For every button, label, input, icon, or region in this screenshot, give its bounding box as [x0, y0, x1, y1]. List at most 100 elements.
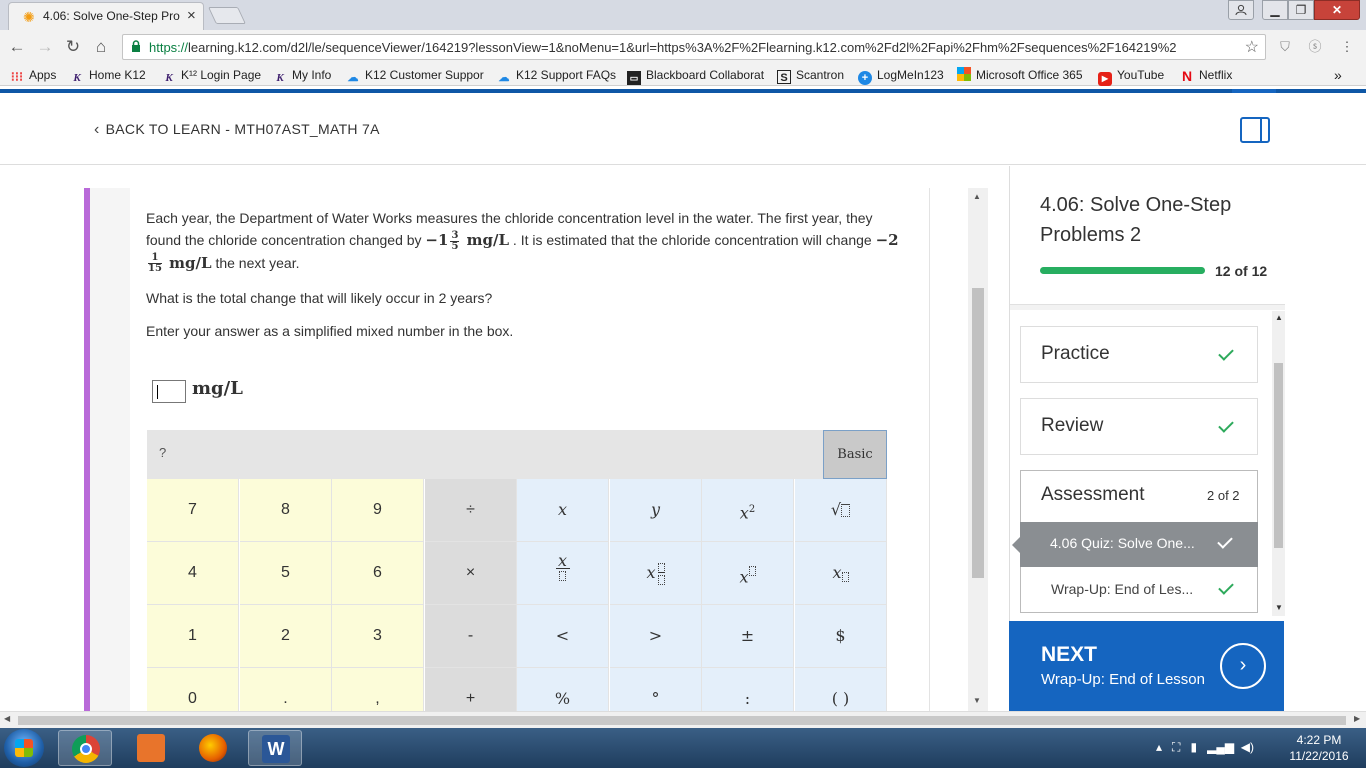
extension-shield-icon[interactable]: ⛉	[1276, 38, 1294, 56]
bookmark-scantron[interactable]: S Scantron	[777, 67, 844, 84]
profile-button[interactable]	[1228, 0, 1254, 20]
taskbar-app-orange[interactable]	[124, 730, 178, 766]
basic-mode-button[interactable]: Basic	[823, 430, 887, 479]
tray-expand-icon[interactable]: ▴	[1156, 740, 1162, 754]
key-fraction[interactable]: x	[517, 542, 609, 605]
bookmark-k12-support-faqs[interactable]: ☁ K12 Support FAQs	[497, 67, 617, 84]
content-scrollbar[interactable]: ▲ ▼	[968, 188, 988, 711]
scroll-right-icon[interactable]: ▶	[1354, 714, 1360, 723]
url-text: https://learning.k12.com/d2l/le/sequence…	[149, 40, 1177, 55]
key-multiply[interactable]: ×	[425, 542, 517, 605]
key-6[interactable]: 6	[332, 542, 424, 605]
key-3[interactable]: 3	[332, 605, 424, 668]
scroll-down-icon[interactable]: ▼	[1275, 603, 1283, 612]
taskbar-firefox[interactable]	[186, 730, 240, 766]
reload-icon[interactable]: ↻	[62, 36, 84, 58]
scroll-up-icon[interactable]: ▲	[973, 192, 981, 201]
lock-icon	[132, 40, 140, 52]
key-7[interactable]: 7	[147, 479, 239, 542]
key-1[interactable]: 1	[147, 605, 239, 668]
section-assessment[interactable]: Assessment 2 of 2 4.06 Quiz: Solve One..…	[1012, 470, 1258, 613]
bookmark-netflix[interactable]: N Netflix	[1180, 67, 1232, 83]
scroll-down-icon[interactable]: ▼	[973, 696, 981, 705]
volume-icon[interactable]: ◀)	[1241, 740, 1254, 754]
next-button[interactable]: NEXT Wrap-Up: End of Lesson ›	[1009, 621, 1284, 711]
key-divide[interactable]: ÷	[425, 479, 517, 542]
tray-app-icon[interactable]: ⛶	[1172, 740, 1180, 754]
bookmarks-overflow-button[interactable]: »	[1334, 67, 1342, 83]
tab-close-icon[interactable]: ×	[187, 7, 196, 24]
assessment-item-wrap-up[interactable]: Wrap-Up: End of Les...	[1021, 569, 1257, 611]
maximize-button[interactable]: ❐	[1288, 0, 1314, 20]
extension-skype-icon[interactable]: ⓢ	[1306, 38, 1324, 56]
key-plus-minus[interactable]: ±	[702, 605, 794, 668]
chrome-menu-icon[interactable]: ⋮	[1338, 38, 1356, 56]
assessment-item-quiz[interactable]: 4.06 Quiz: Solve One...	[1012, 522, 1258, 567]
bookmark-star-icon[interactable]: ☆	[1245, 37, 1259, 57]
key-5[interactable]: 5	[240, 542, 332, 605]
key-minus[interactable]: -	[425, 605, 517, 668]
bookmark-youtube[interactable]: ▶ YouTube	[1098, 67, 1164, 86]
chevron-right-icon: ›	[1220, 643, 1266, 689]
start-button[interactable]	[4, 729, 44, 767]
taskbar-chrome[interactable]	[58, 730, 112, 766]
bookmark-office-365[interactable]: Microsoft Office 365	[957, 67, 1083, 83]
taskbar-word[interactable]: W	[248, 730, 302, 766]
question-text: What is the total change that will likel…	[146, 290, 493, 306]
back-arrow-icon[interactable]: ←	[6, 36, 28, 58]
address-bar[interactable]: https://learning.k12.com/d2l/le/sequence…	[122, 34, 1266, 60]
horizontal-scrollbar[interactable]: ◀ ▶	[0, 711, 1366, 728]
back-to-learn-link[interactable]: ‹ BACK TO LEARN - MTH07AST_MATH 7A	[94, 121, 380, 139]
answer-input[interactable]	[152, 380, 186, 403]
key-square-root[interactable]: √	[795, 479, 887, 542]
key-mixed-number[interactable]: x	[610, 542, 702, 605]
panel-scrollbar[interactable]: ▲ ▼	[1272, 311, 1285, 616]
browser-tab[interactable]: ✺ 4.06: Solve One-Step Pro ×	[8, 2, 204, 30]
question-instruction: Enter your answer as a simplified mixed …	[146, 323, 514, 339]
bookmark-apps[interactable]: ⁝⁝⁝ Apps	[10, 67, 57, 84]
key-exponent[interactable]: x	[702, 542, 794, 605]
bookmark-k12-login[interactable]: K K¹² Login Page	[162, 67, 261, 84]
key-9[interactable]: 9	[332, 479, 424, 542]
progress-count: 12 of 12	[1215, 263, 1268, 279]
scroll-up-icon[interactable]: ▲	[1275, 313, 1283, 322]
key-dollar[interactable]: $	[795, 605, 887, 668]
key-x[interactable]: x	[517, 479, 609, 542]
system-tray: ▴ ⛶ ▮ ▂▄▆ ◀)	[1156, 740, 1254, 755]
scroll-thumb[interactable]	[1274, 363, 1283, 548]
key-4[interactable]: 4	[147, 542, 239, 605]
close-window-button[interactable]: ✕	[1314, 0, 1360, 20]
user-icon	[1235, 4, 1247, 16]
bookmark-logmein123[interactable]: + LogMeIn123	[858, 67, 944, 85]
key-greater-than[interactable]: >	[610, 605, 702, 668]
bookmark-my-info[interactable]: K My Info	[273, 67, 331, 84]
new-tab-button[interactable]	[208, 7, 246, 24]
section-label: Assessment	[1041, 484, 1145, 505]
blackboard-icon: ▭	[627, 71, 641, 85]
scroll-thumb[interactable]	[972, 288, 984, 578]
scroll-thumb[interactable]	[18, 716, 1346, 725]
cloud-icon: ☁	[347, 72, 359, 84]
key-2[interactable]: 2	[240, 605, 332, 668]
minimize-button[interactable]: ▁	[1262, 0, 1288, 20]
bookmark-k12-customer-support[interactable]: ☁ K12 Customer Suppor	[346, 67, 484, 84]
key-less-than[interactable]: <	[517, 605, 609, 668]
taskbar-clock[interactable]: 4:22 PM 11/22/2016	[1284, 732, 1354, 764]
scroll-left-icon[interactable]: ◀	[4, 714, 10, 723]
forward-arrow-icon[interactable]: →	[34, 36, 56, 58]
bookmark-home-k12[interactable]: K Home K12	[70, 67, 145, 84]
panel-toggle-button[interactable]	[1240, 117, 1270, 143]
bookmarks-bar: ⁝⁝⁝ Apps K Home K12 K K¹² Login Page K My In…	[0, 64, 1366, 86]
section-review[interactable]: Review	[1020, 398, 1258, 455]
key-subscript[interactable]: x	[795, 542, 887, 605]
microsoft-icon	[957, 67, 971, 81]
help-button[interactable]: ?	[159, 445, 166, 460]
home-icon[interactable]: ⌂	[90, 36, 112, 58]
section-practice[interactable]: Practice	[1020, 326, 1258, 383]
battery-icon[interactable]: ▮	[1190, 740, 1197, 754]
key-x-squared[interactable]: x2	[702, 479, 794, 542]
key-8[interactable]: 8	[240, 479, 332, 542]
bookmark-blackboard[interactable]: ▭ Blackboard Collaborat	[627, 67, 764, 85]
signal-icon[interactable]: ▂▄▆	[1207, 740, 1234, 754]
key-y[interactable]: y	[610, 479, 702, 542]
